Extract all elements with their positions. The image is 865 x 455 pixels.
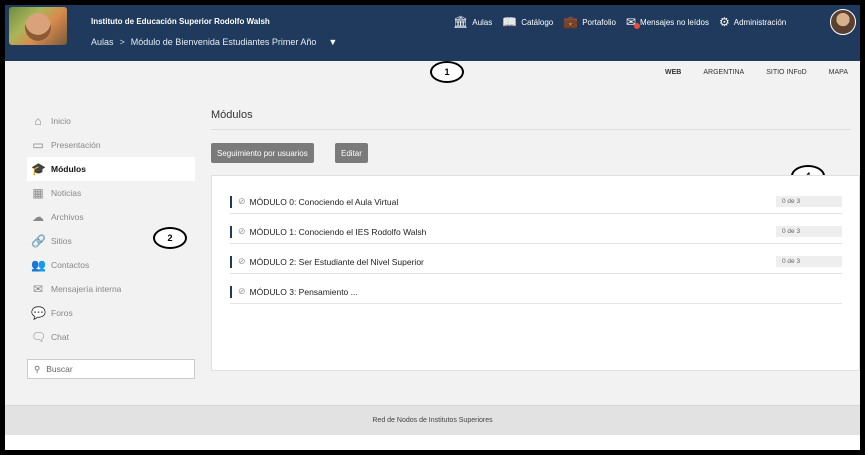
sidebar-item-chat[interactable]: 🗨 Chat [27, 325, 195, 349]
search-label: Buscar [46, 364, 73, 374]
sidebar-item-inicio[interactable]: ⌂ Inicio [27, 109, 195, 133]
module-row[interactable]: ⊘ MÓDULO 2: Ser Estudiante del Nivel Sup… [230, 250, 842, 274]
ban-icon: ⊘ [238, 196, 246, 206]
top-nav: 🏛 Aulas 📖 Catálogo 💼 Portafolio ✉ Mensaj… [453, 15, 786, 29]
cloud-icon: ☁ [32, 210, 44, 224]
sidebar-item-label: Inicio [51, 116, 71, 126]
breadcrumb-current[interactable]: Módulo de Bienvenida Estudiantes Primer … [131, 37, 317, 47]
sidebar-item-sitios[interactable]: 🔗 Sitios [27, 229, 195, 253]
sidebar-item-noticias[interactable]: ▦ Noticias [27, 181, 195, 205]
gear-icon: ⚙ [718, 15, 730, 29]
nav-mensajes-label: Mensajes no leídos [640, 17, 709, 27]
search-input[interactable]: ⚲ Buscar [27, 359, 195, 379]
sidebar-item-label: Noticias [51, 188, 82, 198]
book-icon: 📖 [502, 15, 518, 29]
module-accent [230, 225, 232, 238]
unread-dot [633, 23, 640, 29]
module-row[interactable]: ⊘ MÓDULO 0: Conociendo el Aula Virtual 0… [230, 190, 842, 214]
module-accent [230, 195, 232, 208]
nav-aulas-label: Aulas [472, 17, 493, 27]
ban-icon: ⊘ [238, 226, 246, 236]
nav-administracion-label: Administración [733, 17, 787, 27]
module-row[interactable]: ⊘ MÓDULO 3: Pensamiento ... [230, 280, 842, 304]
module-title[interactable]: MÓDULO 1: Conociendo el IES Rodolfo Wals… [250, 227, 427, 237]
people-icon: 👥 [31, 258, 46, 272]
nav-portafolio[interactable]: 💼 Portafolio [563, 15, 616, 29]
sidebar-item-label: Sitios [51, 236, 72, 246]
breadcrumb-separator: > [119, 37, 125, 47]
breadcrumb-root[interactable]: Aulas [91, 37, 114, 47]
module-title[interactable]: MÓDULO 2: Ser Estudiante del Nivel Super… [250, 257, 424, 267]
sidebar-item-label: Foros [51, 308, 73, 318]
search-icon: ⚲ [34, 363, 41, 374]
sidebar-item-archivos[interactable]: ☁ Archivos [27, 205, 195, 229]
module-row[interactable]: ⊘ MÓDULO 1: Conociendo el IES Rodolfo Wa… [230, 220, 842, 244]
nav-mensajes[interactable]: ✉ Mensajes no leídos [626, 15, 709, 29]
sidebar-item-label: Módulos [51, 164, 86, 174]
page-title: Módulos [211, 109, 253, 121]
title-divider [211, 129, 851, 130]
nav-aulas[interactable]: 🏛 Aulas [453, 15, 492, 29]
sidebar-item-label: Chat [51, 332, 69, 342]
institution-avatar[interactable] [9, 7, 67, 45]
forum-icon: 💬 [31, 306, 46, 320]
modules-panel: ⊘ MÓDULO 0: Conociendo el Aula Virtual 0… [211, 175, 860, 371]
annotation-marker-1: 1 [430, 61, 464, 83]
sidebar-item-label: Archivos [51, 212, 84, 222]
briefcase-icon: 💼 [563, 15, 579, 29]
chevron-down-icon[interactable]: ▼ [328, 37, 337, 47]
subnav-sitio-infod[interactable]: SITIO INFoD [766, 69, 806, 76]
nav-catalogo-label: Catálogo [521, 17, 554, 27]
ban-icon: ⊘ [238, 256, 246, 266]
newspaper-icon: ▦ [32, 186, 44, 200]
home-icon: ⌂ [34, 114, 42, 128]
sidebar-item-foros[interactable]: 💬 Foros [27, 301, 195, 325]
ban-icon: ⊘ [238, 286, 246, 296]
nav-administracion[interactable]: ⚙ Administración [719, 15, 786, 29]
link-icon: 🔗 [31, 234, 46, 248]
sidebar-item-label: Contactos [51, 260, 90, 270]
subnav-web[interactable]: WEB [665, 69, 681, 76]
module-progress: 0 de 3 [776, 256, 842, 267]
footer-bottom [5, 435, 860, 450]
module-progress: 0 de 3 [776, 226, 842, 237]
module-title[interactable]: MÓDULO 3: Pensamiento ... [250, 287, 358, 297]
chat-icon: 🗨 [31, 330, 47, 344]
tracking-button[interactable]: Seguimiento por usuarios [211, 143, 314, 163]
sidebar-item-label: Presentación [51, 140, 101, 150]
subnav-mapa[interactable]: MAPA [829, 69, 848, 76]
subnav-argentina[interactable]: ARGENTINA [703, 69, 744, 76]
sidebar-item-contactos[interactable]: 👥 Contactos [27, 253, 195, 277]
sidebar-item-modulos[interactable]: 🎓 Módulos [27, 157, 195, 181]
secondary-nav: WEB ARGENTINA SITIO INFoD MAPA [665, 69, 848, 76]
institution-name[interactable]: Instituto de Educación Superior Rodolfo … [91, 17, 270, 26]
breadcrumb: Aulas > Módulo de Bienvenida Estudiantes… [91, 37, 337, 47]
footer: Red de Nodos de Institutos Superiores [5, 405, 860, 435]
nav-portafolio-label: Portafolio [582, 17, 616, 27]
module-accent [230, 255, 232, 268]
sidebar: ⌂ Inicio ▭ Presentación 🎓 Módulos ▦ Noti… [27, 109, 195, 379]
sidebar-item-presentacion[interactable]: ▭ Presentación [27, 133, 195, 157]
nav-catalogo[interactable]: 📖 Catálogo [502, 15, 553, 29]
module-accent [230, 285, 232, 298]
app-frame: Instituto de Educación Superior Rodolfo … [5, 5, 860, 450]
user-avatar[interactable] [830, 9, 856, 35]
edit-button[interactable]: Editar [335, 143, 368, 163]
envelope-icon: ✉ [32, 282, 44, 296]
sidebar-item-mensajeria[interactable]: ✉ Mensajería interna [27, 277, 195, 301]
module-title[interactable]: MÓDULO 0: Conociendo el Aula Virtual [250, 197, 399, 207]
bank-icon: 🏛 [453, 15, 469, 29]
module-progress: 0 de 3 [776, 196, 842, 207]
monitor-icon: ▭ [32, 138, 44, 152]
top-bar: Instituto de Educación Superior Rodolfo … [5, 5, 860, 61]
footer-text[interactable]: Red de Nodos de Institutos Superiores [372, 417, 492, 424]
graduation-cap-icon: 🎓 [31, 162, 46, 176]
sidebar-item-label: Mensajería interna [51, 284, 122, 294]
